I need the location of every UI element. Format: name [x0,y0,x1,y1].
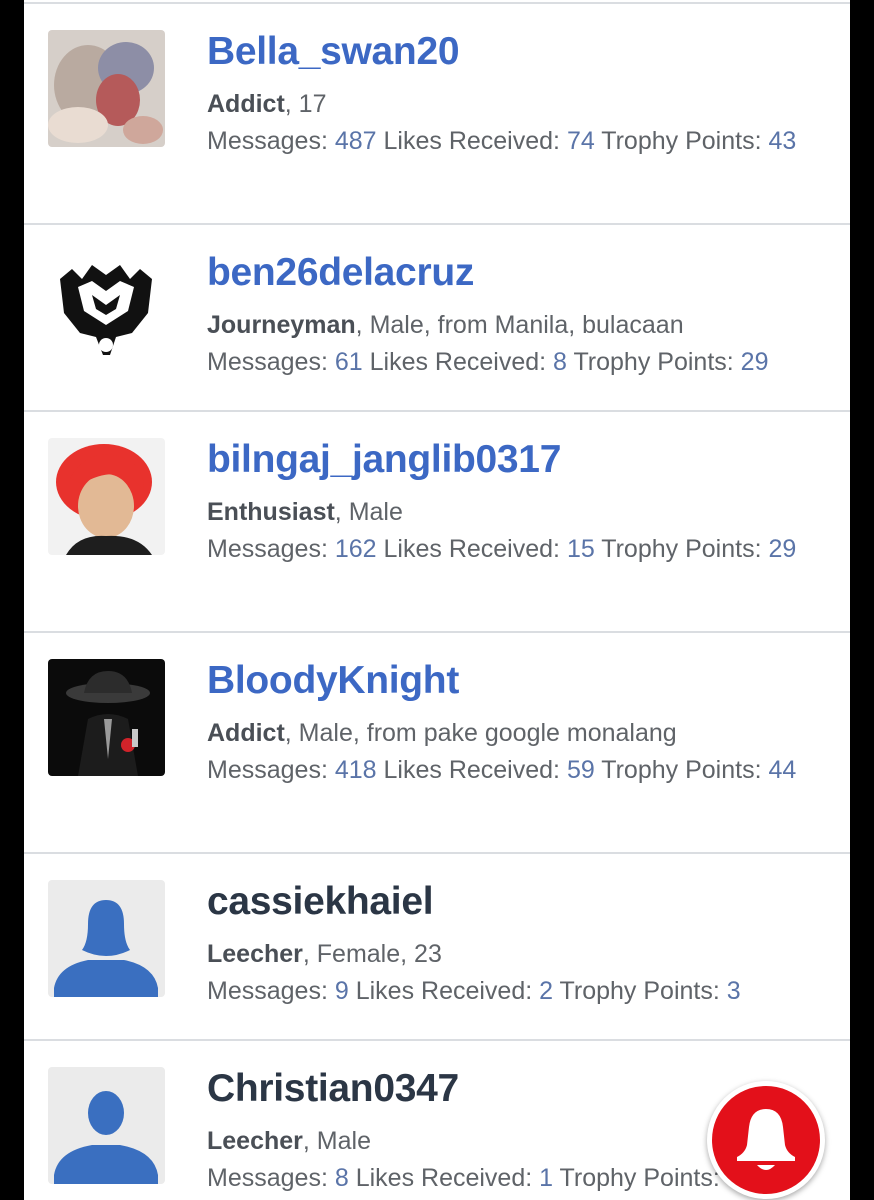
messages-count[interactable]: 9 [335,977,349,1005]
trophy-label: Trophy Points: [559,1164,720,1192]
member-avatar[interactable] [48,438,165,555]
member-username[interactable]: cassiekhaiel [207,880,434,924]
messages-count[interactable]: 418 [335,756,377,784]
member-stats: Messages: 61 Likes Received: 8 Trophy Po… [207,345,830,379]
member-extra: , Male, from pake google monalang [284,719,677,747]
trophy-label: Trophy Points: [601,127,762,155]
messages-count[interactable]: 162 [335,535,377,563]
trophy-count[interactable]: 44 [768,756,796,784]
likes-count[interactable]: 2 [539,977,553,1005]
member-row: Bella_swan20 Addict, 17 Messages: 487 Li… [24,2,850,224]
likes-label: Likes Received: [383,535,560,563]
member-details: Leecher, Male [207,1127,371,1156]
trophy-label: Trophy Points: [559,977,720,1005]
trophy-label: Trophy Points: [601,535,762,563]
trophy-count[interactable]: 43 [768,127,796,155]
member-rank: Journeyman [207,311,356,339]
likes-label: Likes Received: [383,756,560,784]
likes-count[interactable]: 74 [567,127,595,155]
messages-count[interactable]: 8 [335,1164,349,1192]
messages-label: Messages: [207,348,328,376]
likes-count[interactable]: 8 [553,348,567,376]
trophy-count[interactable]: 29 [741,348,769,376]
default-female-avatar-icon [48,880,165,997]
member-details: Journeyman, Male, from Manila, bulacaan [207,311,684,340]
member-row: bilngaj_janglib0317 Enthusiast, Male Mes… [24,410,850,632]
member-rank: Leecher [207,1127,303,1155]
member-avatar[interactable] [48,1067,165,1184]
messages-label: Messages: [207,977,328,1005]
messages-label: Messages: [207,1164,328,1192]
member-rank: Leecher [207,940,303,968]
likes-label: Likes Received: [369,348,547,376]
likes-label: Likes Received: [355,1164,533,1192]
member-details: Enthusiast, Male [207,498,403,527]
member-extra: , Male, from Manila, bulacaan [355,311,684,339]
member-rank: Addict [207,719,285,747]
messages-count[interactable]: 61 [335,348,363,376]
member-list: Bella_swan20 Addict, 17 Messages: 487 Li… [24,0,850,1200]
member-extra: , Female, 23 [302,940,442,968]
member-extra: , 17 [284,90,327,118]
member-row: BloodyKnight Addict, Male, from pake goo… [24,631,850,853]
member-avatar[interactable] [48,880,165,997]
member-username[interactable]: bilngaj_janglib0317 [207,438,561,482]
trophy-label: Trophy Points: [573,348,734,376]
member-username[interactable]: Bella_swan20 [207,30,460,74]
trophy-count[interactable]: 29 [768,535,796,563]
member-extra: , Male [302,1127,371,1155]
likes-label: Likes Received: [383,127,560,155]
member-stats: Messages: 418 Likes Received: 59 Trophy … [207,753,830,787]
member-details: Addict, Male, from pake google monalang [207,719,677,748]
default-male-avatar-icon [48,1067,165,1184]
member-extra: , Male [334,498,403,526]
member-stats: Messages: 9 Likes Received: 2 Trophy Poi… [207,974,830,1008]
member-avatar[interactable] [48,30,165,147]
bell-icon [737,1109,795,1170]
messages-label: Messages: [207,127,328,155]
trophy-count[interactable]: 3 [727,977,741,1005]
member-row: cassiekhaiel Leecher, Female, 23 Message… [24,852,850,1040]
messages-label: Messages: [207,535,328,563]
messages-label: Messages: [207,756,328,784]
member-username[interactable]: BloodyKnight [207,659,459,703]
member-avatar[interactable] [48,659,165,776]
member-stats: Messages: 487 Likes Received: 74 Trophy … [207,124,830,158]
likes-count[interactable]: 15 [567,535,595,563]
member-details: Leecher, Female, 23 [207,940,442,969]
member-avatar[interactable] [48,251,165,368]
member-stats: Messages: 162 Likes Received: 15 Trophy … [207,532,830,566]
member-username[interactable]: ben26delacruz [207,251,474,295]
notification-fab-button[interactable] [707,1081,825,1199]
member-details: Addict, 17 [207,90,326,119]
member-username[interactable]: Christian0347 [207,1067,459,1111]
messages-count[interactable]: 487 [335,127,377,155]
likes-label: Likes Received: [355,977,533,1005]
likes-count[interactable]: 59 [567,756,595,784]
likes-count[interactable]: 1 [539,1164,553,1192]
member-rank: Addict [207,90,285,118]
trophy-label: Trophy Points: [601,756,762,784]
member-rank: Enthusiast [207,498,335,526]
member-row: ben26delacruz Journeyman, Male, from Man… [24,223,850,411]
